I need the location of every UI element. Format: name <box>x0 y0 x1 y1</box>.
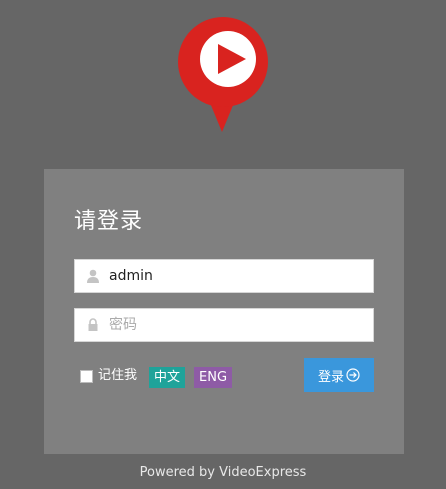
lock-icon <box>88 318 98 331</box>
username-field[interactable] <box>74 259 374 293</box>
arrow-circle-right-icon <box>346 368 360 382</box>
password-input[interactable] <box>109 309 359 341</box>
login-button-label: 登录 <box>317 369 344 385</box>
lang-zh-button[interactable]: 中文 <box>149 367 186 388</box>
login-button[interactable]: 登录 <box>304 358 374 392</box>
login-panel: 请登录 记住我 中文 ENG 登录 <box>44 169 404 454</box>
lang-en-button[interactable]: ENG <box>194 367 233 388</box>
footer-credit: Powered by VideoExpress <box>139 465 307 480</box>
username-input[interactable] <box>109 260 359 292</box>
brand-logo <box>174 16 272 132</box>
login-title: 请登录 <box>74 209 144 234</box>
remember-me[interactable]: 记住我 <box>80 368 137 384</box>
remember-label: 记住我 <box>98 368 138 383</box>
user-icon <box>87 269 99 283</box>
password-field[interactable] <box>74 308 374 342</box>
remember-checkbox[interactable] <box>80 369 93 383</box>
play-pin-icon <box>178 17 268 132</box>
